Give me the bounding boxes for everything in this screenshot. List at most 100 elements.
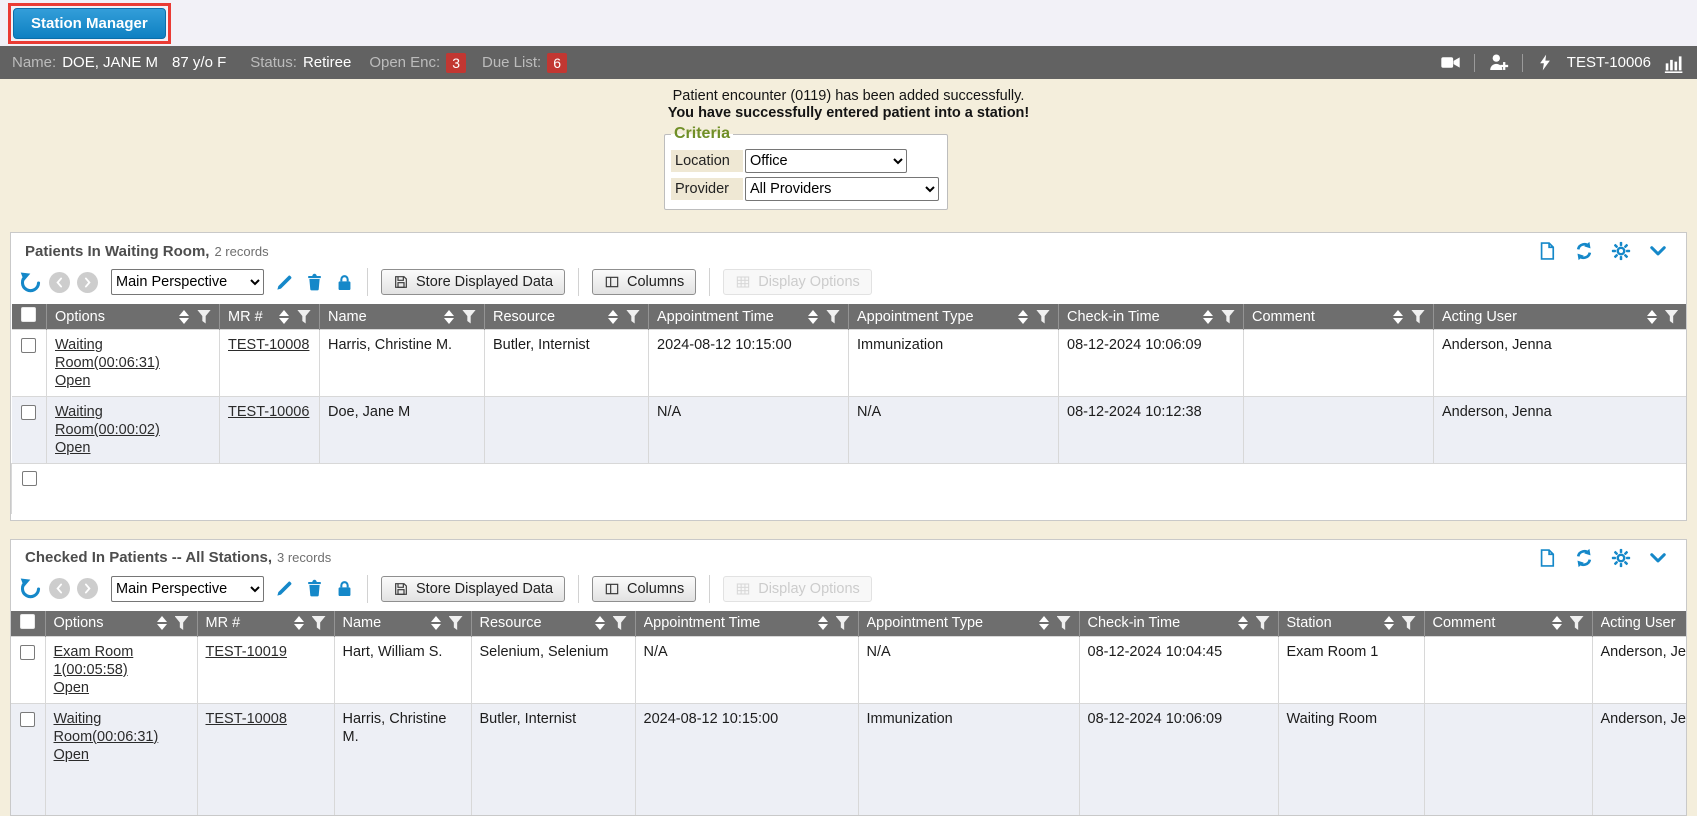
row-checkbox[interactable]: [21, 338, 36, 353]
open-link[interactable]: Open: [54, 747, 89, 763]
video-camera-icon[interactable]: [1440, 52, 1461, 73]
station-link[interactable]: Waiting Room(00:00:02): [55, 404, 160, 438]
filter-icon[interactable]: [1057, 616, 1071, 630]
column-header-checkin[interactable]: Check-in Time: [1059, 304, 1244, 330]
bar-chart-icon[interactable]: [1664, 52, 1685, 73]
sort-icon[interactable]: [595, 615, 605, 631]
refresh-icon[interactable]: [1574, 548, 1594, 568]
sort-icon[interactable]: [294, 615, 304, 631]
sort-icon[interactable]: [1203, 309, 1213, 325]
due-list-badge[interactable]: 6: [547, 53, 567, 73]
lightning-icon[interactable]: [1536, 52, 1554, 73]
sort-icon[interactable]: [1647, 309, 1657, 325]
column-header-appt-type[interactable]: Appointment Type: [849, 304, 1059, 330]
station-link[interactable]: Waiting Room(00:06:31): [55, 337, 160, 371]
next-perspective-button[interactable]: [77, 272, 98, 293]
station-link[interactable]: Exam Room 1(00:05:58): [54, 644, 134, 678]
add-person-icon[interactable]: [1488, 52, 1509, 73]
new-page-icon[interactable]: [1537, 548, 1557, 568]
sort-icon[interactable]: [1384, 615, 1394, 631]
filter-icon[interactable]: [1221, 310, 1235, 324]
column-header-mr[interactable]: MR #: [220, 304, 320, 330]
settings-gear-icon[interactable]: [1611, 548, 1631, 568]
filter-icon[interactable]: [1665, 310, 1679, 324]
column-header-name[interactable]: Name: [320, 304, 485, 330]
column-header-appt-type[interactable]: Appointment Type: [858, 611, 1079, 637]
filter-icon[interactable]: [826, 310, 840, 324]
column-header-options[interactable]: Options: [45, 611, 197, 637]
filter-icon[interactable]: [626, 310, 640, 324]
sort-icon[interactable]: [1393, 309, 1403, 325]
undo-icon[interactable]: [19, 271, 42, 294]
mr-link[interactable]: TEST-10008: [206, 711, 287, 727]
location-select[interactable]: Office: [745, 149, 907, 173]
station-link[interactable]: Waiting Room(00:06:31): [54, 711, 159, 745]
sort-icon[interactable]: [1238, 615, 1248, 631]
refresh-icon[interactable]: [1574, 241, 1594, 261]
column-header-comment[interactable]: Comment: [1424, 611, 1592, 637]
sort-icon[interactable]: [1552, 615, 1562, 631]
open-link[interactable]: Open: [55, 440, 90, 456]
columns-button[interactable]: Columns: [592, 269, 696, 295]
next-perspective-button[interactable]: [77, 578, 98, 599]
filter-icon[interactable]: [197, 310, 211, 324]
prev-perspective-button[interactable]: [49, 578, 70, 599]
filter-icon[interactable]: [449, 616, 463, 630]
undo-icon[interactable]: [19, 577, 42, 600]
filter-icon[interactable]: [613, 616, 627, 630]
sort-icon[interactable]: [157, 615, 167, 631]
open-enc-badge[interactable]: 3: [446, 53, 466, 73]
store-displayed-data-button[interactable]: Store Displayed Data: [381, 576, 565, 602]
columns-button[interactable]: Columns: [592, 576, 696, 602]
edit-pencil-icon[interactable]: [275, 579, 294, 598]
provider-select[interactable]: All Providers: [745, 177, 939, 201]
sort-icon[interactable]: [279, 309, 289, 325]
mr-link[interactable]: TEST-10006: [228, 404, 309, 420]
edit-pencil-icon[interactable]: [275, 273, 294, 292]
station-manager-tab[interactable]: Station Manager: [13, 8, 166, 39]
column-header-appt-time[interactable]: Appointment Time: [635, 611, 858, 637]
select-all-checkbox[interactable]: [20, 614, 35, 629]
row-checkbox[interactable]: [21, 405, 36, 420]
delete-trash-icon[interactable]: [305, 579, 324, 598]
open-link[interactable]: Open: [55, 373, 90, 389]
sort-icon[interactable]: [179, 309, 189, 325]
new-page-icon[interactable]: [1537, 241, 1557, 261]
select-all-checkbox[interactable]: [21, 307, 36, 322]
select-all-footer-checkbox[interactable]: [22, 471, 37, 486]
filter-icon[interactable]: [297, 310, 311, 324]
lock-icon[interactable]: [335, 273, 354, 292]
collapse-chevron-icon[interactable]: [1648, 548, 1668, 568]
sort-icon[interactable]: [444, 309, 454, 325]
column-header-mr[interactable]: MR #: [197, 611, 334, 637]
filter-icon[interactable]: [1036, 310, 1050, 324]
row-checkbox[interactable]: [20, 712, 35, 727]
sort-icon[interactable]: [431, 615, 441, 631]
perspective-select[interactable]: Main Perspective: [111, 576, 264, 602]
column-header-options[interactable]: Options: [47, 304, 220, 330]
open-link[interactable]: Open: [54, 680, 89, 696]
column-header-checkin[interactable]: Check-in Time: [1079, 611, 1278, 637]
sort-icon[interactable]: [818, 615, 828, 631]
filter-icon[interactable]: [312, 616, 326, 630]
filter-icon[interactable]: [1570, 616, 1584, 630]
prev-perspective-button[interactable]: [49, 272, 70, 293]
column-header-name[interactable]: Name: [334, 611, 471, 637]
settings-gear-icon[interactable]: [1611, 241, 1631, 261]
delete-trash-icon[interactable]: [305, 273, 324, 292]
column-header-appt-time[interactable]: Appointment Time: [649, 304, 849, 330]
filter-icon[interactable]: [1256, 616, 1270, 630]
column-header-station[interactable]: Station: [1278, 611, 1424, 637]
store-displayed-data-button[interactable]: Store Displayed Data: [381, 269, 565, 295]
filter-icon[interactable]: [1411, 310, 1425, 324]
filter-icon[interactable]: [462, 310, 476, 324]
sort-icon[interactable]: [808, 309, 818, 325]
filter-icon[interactable]: [175, 616, 189, 630]
sort-icon[interactable]: [1039, 615, 1049, 631]
lock-icon[interactable]: [335, 579, 354, 598]
sort-icon[interactable]: [608, 309, 618, 325]
perspective-select[interactable]: Main Perspective: [111, 269, 264, 295]
column-header-acting-user[interactable]: Acting User: [1592, 611, 1686, 637]
column-header-resource[interactable]: Resource: [485, 304, 649, 330]
sort-icon[interactable]: [1018, 309, 1028, 325]
